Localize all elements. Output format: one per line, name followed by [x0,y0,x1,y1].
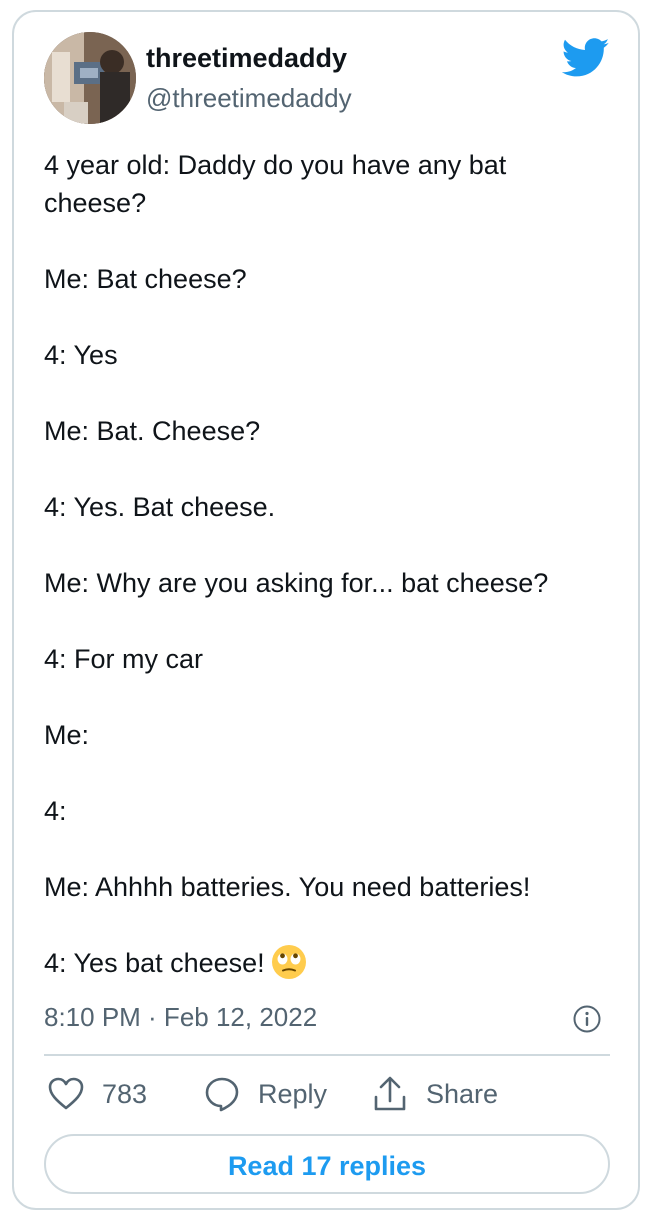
author-display-name[interactable]: threetimedaddy [146,40,347,76]
twitter-bird-icon[interactable] [562,38,610,78]
like-count: 783 [102,1078,148,1109]
reply-button[interactable]: Reply [204,1074,327,1114]
tweet-text-line: 4: Yes. Bat cheese. [44,492,276,522]
rolling-eyes-emoji-icon [271,945,306,979]
tweet-text-line: 4: [44,796,67,826]
author-handle[interactable]: @threetimedaddy [146,80,352,116]
tweet-text-line: Me: Bat. Cheese? [44,416,261,446]
info-icon[interactable] [572,1004,602,1034]
reply-label: Reply [258,1078,328,1109]
tweet-text-line: 4: Yes bat cheese! [44,948,265,978]
divider [44,1054,610,1056]
share-label: Share [426,1078,499,1109]
reply-bubble-icon [205,1077,239,1112]
share-icon [374,1076,406,1111]
tweet-text-line: Me: Ahhhh batteries. You need batteries! [44,872,531,902]
tweet-text-line: Me: Bat cheese? [44,264,247,294]
tweet-text-line: 4: For my car [44,644,204,674]
tweet-text-line: cheese? [44,188,147,218]
tweet-timestamp[interactable]: 8:10 PM · Feb 12, 2022 [44,998,317,1036]
read-replies-button[interactable]: Read 17 replies [44,1134,610,1194]
tweet-text-line: Me: Why are you asking for... bat cheese… [44,568,549,598]
tweet-text-line: 4 year old: Daddy do you have any bat [44,150,507,180]
tweet-text-line: 4: Yes [44,340,118,370]
heart-icon [48,1077,84,1110]
tweet-last-line: 4: Yes bat cheese! [44,944,610,982]
avatar[interactable] [44,32,136,124]
share-button[interactable]: Share [372,1074,498,1114]
tweet-text-line: Me: [44,720,90,750]
like-button[interactable]: 783 [48,1074,147,1114]
